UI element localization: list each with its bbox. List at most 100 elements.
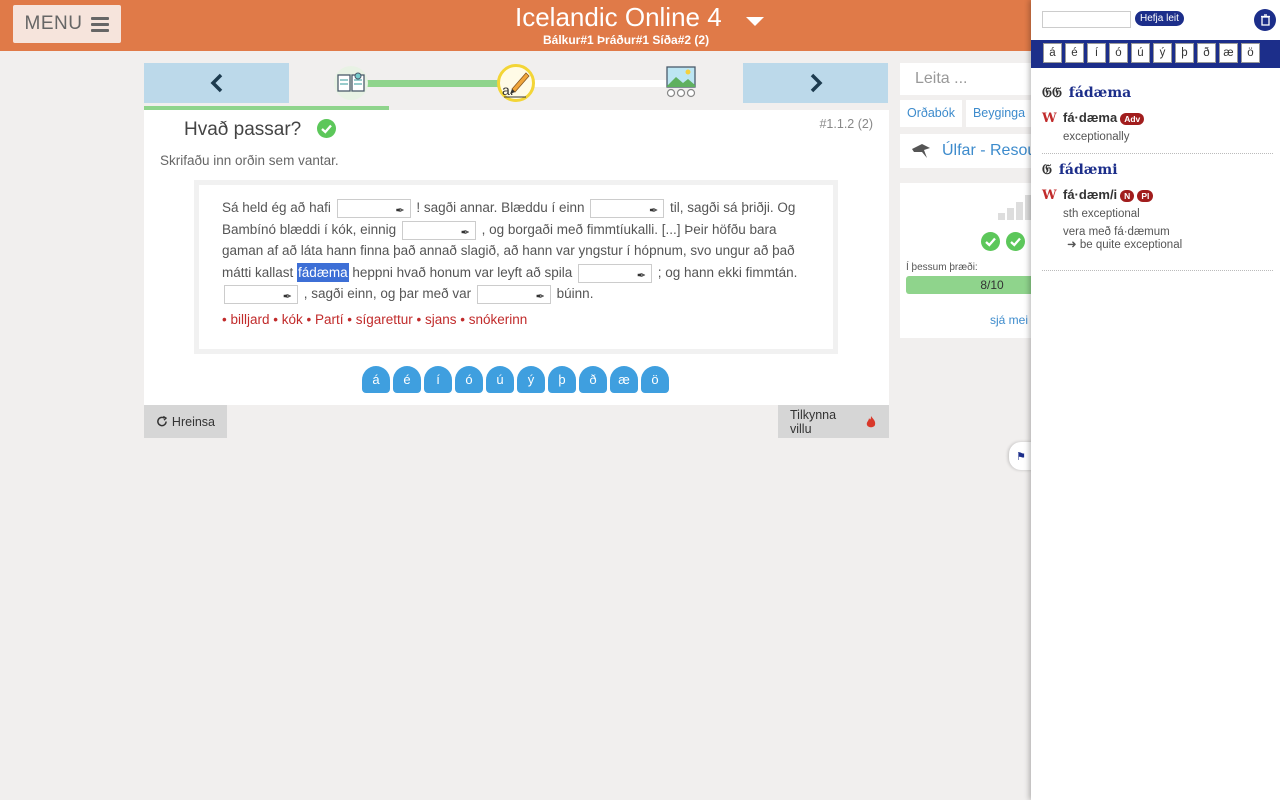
signal-bar: [1016, 202, 1023, 220]
text-segment: búinn.: [556, 286, 594, 302]
dict-char-button[interactable]: á: [1043, 43, 1062, 63]
check-icon: [981, 232, 1000, 251]
signal-bar: [1007, 208, 1014, 220]
answer-blank-5[interactable]: ✒: [224, 285, 298, 305]
dict-char-button[interactable]: þ: [1175, 43, 1194, 63]
ulfar-icon: [912, 144, 930, 158]
entry-lemma: fá·dæma Adv: [1063, 110, 1145, 125]
char-button[interactable]: í: [424, 366, 452, 393]
dict-char-button[interactable]: æ: [1219, 43, 1238, 63]
char-button[interactable]: ð: [579, 366, 607, 393]
arrow-icon: ➜: [1067, 239, 1077, 251]
entry-divider: [1042, 270, 1273, 271]
signal-bar: [998, 213, 1005, 220]
resources-link[interactable]: Úlfar - Resou: [900, 134, 1040, 168]
example-gloss-text: be quite exceptional: [1079, 239, 1183, 251]
dict-char-button[interactable]: ö: [1241, 43, 1260, 63]
exercise-id: #1.1.2 (2): [819, 117, 873, 131]
dictionary-search-input[interactable]: [1042, 11, 1131, 28]
pen-icon: ✒: [395, 204, 405, 217]
pen-icon: ✒: [649, 204, 659, 217]
headword-text: fádæmi: [1058, 162, 1118, 178]
caret-down-icon[interactable]: [746, 17, 764, 26]
exercise-box: Sá held ég að hafi ✒ ! sagði annar. Blæd…: [194, 180, 838, 354]
fire-icon: [866, 415, 876, 427]
entry-lemma: fá·dæm/i N Pl: [1063, 187, 1154, 202]
char-button[interactable]: á: [362, 366, 390, 393]
image-icon: [666, 66, 696, 98]
answer-blank-4[interactable]: ✒: [578, 263, 652, 283]
char-button[interactable]: æ: [610, 366, 638, 393]
dictionary-logo-icon: 𝔊𝔊: [1042, 85, 1062, 101]
dictionary-char-bar: á é í ó ú ý þ ð æ ö: [1031, 40, 1280, 68]
wiktionary-icon[interactable]: W: [1042, 111, 1057, 126]
flag-icon: ⚑: [1016, 450, 1026, 463]
answer-blank-2[interactable]: ✒: [590, 198, 665, 218]
entry-headword[interactable]: 𝔊 fádæmi: [1042, 162, 1118, 178]
tool-tabs: Orðabók Beyginga: [900, 100, 1033, 127]
wiktionary-icon[interactable]: W: [1042, 188, 1057, 203]
site-search-input[interactable]: Leita ...: [900, 63, 1040, 95]
clear-button[interactable]: Hreinsa: [144, 405, 227, 438]
lemma-text: fá·dæma: [1063, 110, 1118, 125]
dict-char-button[interactable]: ð: [1197, 43, 1216, 63]
dict-char-button[interactable]: ý: [1153, 43, 1172, 63]
entry-headword[interactable]: 𝔊𝔊 fádæma: [1042, 85, 1131, 101]
dict-char-button[interactable]: í: [1087, 43, 1106, 63]
lemma-text: fá·dæm/i: [1063, 187, 1118, 202]
char-button[interactable]: ö: [641, 366, 669, 393]
see-more-link[interactable]: sjá mei: [990, 313, 1028, 327]
exercise-instruction: Skrifaðu inn orðin sem vantar.: [160, 153, 339, 168]
panel-toggle-tab[interactable]: ⚑: [1009, 442, 1033, 470]
text-segment: ; og hann ekki fimmtán.: [657, 264, 798, 280]
char-button[interactable]: ú: [486, 366, 514, 393]
entry-gloss: sth exceptional: [1063, 208, 1140, 220]
previous-button[interactable]: [144, 63, 289, 103]
step-picture[interactable]: [663, 64, 697, 98]
pos-badge: Adv: [1120, 112, 1145, 125]
next-button[interactable]: [743, 63, 888, 103]
step-reading[interactable]: [334, 66, 368, 100]
headword-text: fádæma: [1068, 85, 1132, 101]
char-button[interactable]: é: [393, 366, 421, 393]
dictionary-header: Hefja leit: [1031, 0, 1280, 40]
progress-fill: [352, 80, 517, 87]
tab-dictionary[interactable]: Orðabók: [900, 100, 962, 127]
exercise-card: Hvað passar? #1.1.2 (2) Skrifaðu inn orð…: [144, 110, 889, 405]
step-writing[interactable]: a.: [497, 64, 535, 102]
answer-blank-3[interactable]: ✒: [401, 220, 476, 240]
text-segment: , sagði einn, og þar með var: [303, 286, 472, 302]
pen-icon: ✒: [535, 291, 545, 304]
trash-icon[interactable]: [1254, 9, 1276, 31]
entry-example-gloss: ➜ be quite exceptional: [1067, 237, 1182, 251]
text-segment: heppni hvað honum var leyft að spila: [352, 264, 573, 280]
answer-blank-1[interactable]: ✒: [336, 198, 411, 218]
dict-char-button[interactable]: é: [1065, 43, 1084, 63]
dict-char-button[interactable]: ú: [1131, 43, 1150, 63]
char-button[interactable]: þ: [548, 366, 576, 393]
pen-icon: ✒: [460, 226, 470, 239]
pencil-icon: a.: [502, 72, 530, 98]
char-button[interactable]: ó: [455, 366, 483, 393]
text-segment: ! sagði annar. Blæddu í einn: [416, 200, 585, 215]
exercise-title: Hvað passar?: [184, 119, 302, 140]
entry-divider: [1042, 153, 1273, 154]
dictionary-logo-icon: 𝔊: [1042, 162, 1052, 178]
app-title: Icelandic Online 4: [515, 2, 722, 32]
selected-word[interactable]: fádæma: [297, 262, 349, 282]
char-button[interactable]: ý: [517, 366, 545, 393]
answer-blank-6[interactable]: ✒: [476, 285, 551, 305]
word-bank: • billjard • kók • Partí • sígarettur • …: [222, 312, 528, 327]
report-error-button[interactable]: Tilkynna villu: [778, 405, 889, 438]
pen-icon: ✒: [282, 291, 292, 304]
breadcrumb: Bálkur#1 Þráður#1 Síða#2 (2): [543, 33, 710, 47]
special-char-bar: á é í ó ú ý þ ð æ ö: [362, 366, 669, 393]
dictionary-search-button[interactable]: Hefja leit: [1135, 11, 1184, 26]
report-label: Tilkynna villu: [790, 407, 837, 436]
dict-char-button[interactable]: ó: [1109, 43, 1128, 63]
stats-label: Í þessum þræði:: [906, 262, 978, 273]
hamburger-icon: [91, 17, 110, 32]
tab-inflection[interactable]: Beyginga: [965, 100, 1033, 127]
resources-label: Úlfar - Resou: [942, 142, 1037, 159]
menu-button[interactable]: MENU: [13, 5, 121, 43]
